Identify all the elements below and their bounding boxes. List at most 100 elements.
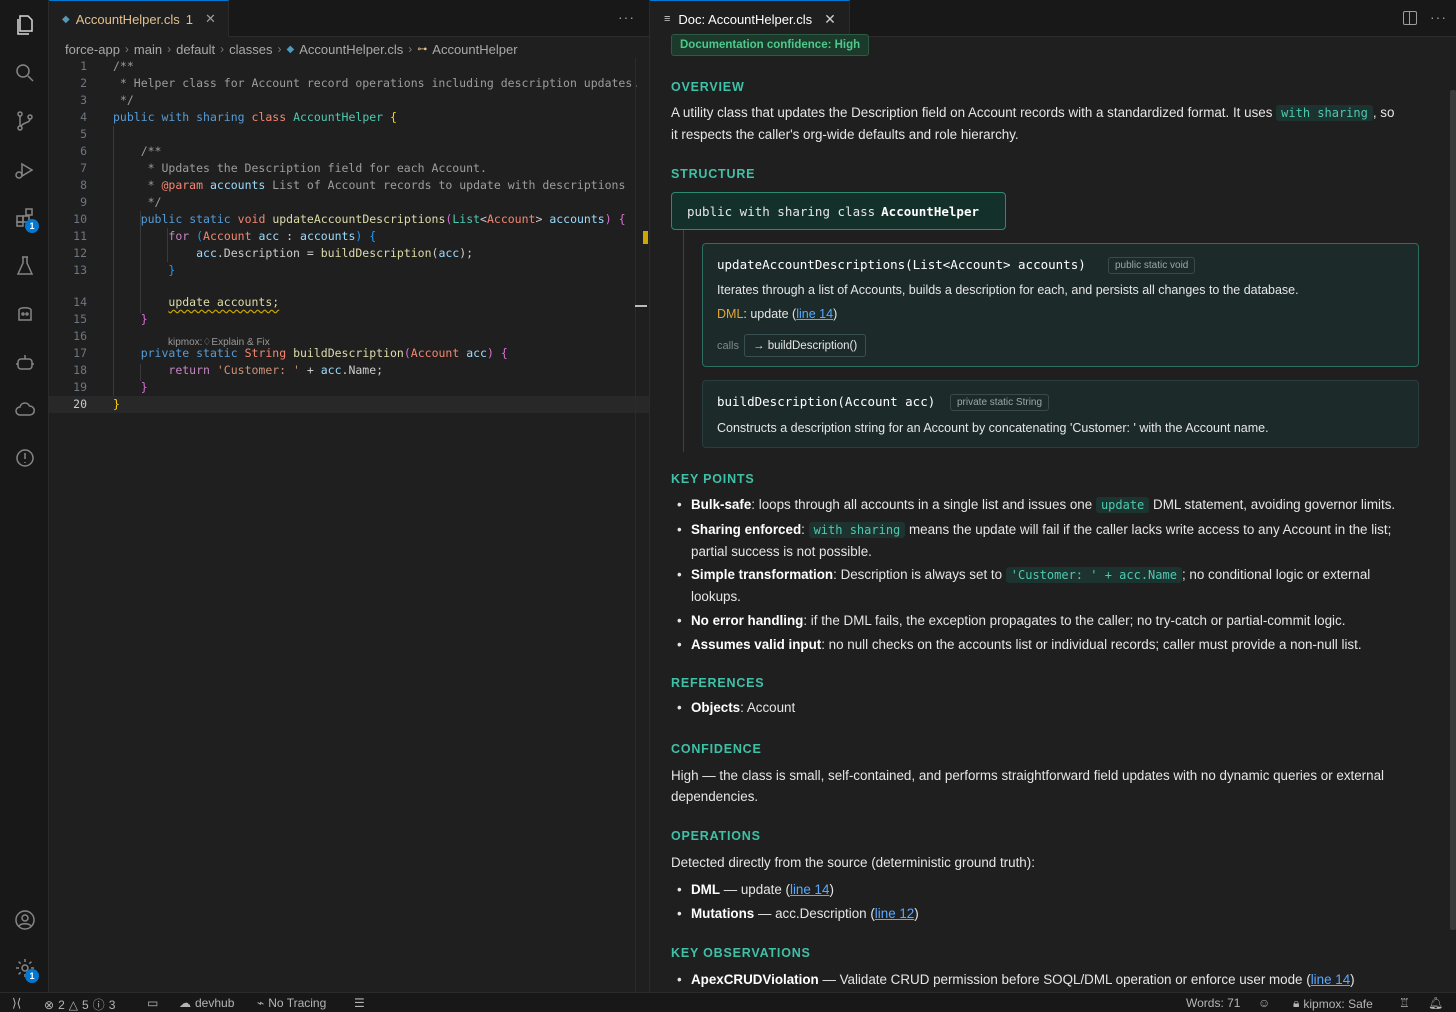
cloud-icon[interactable] <box>0 390 49 430</box>
code-line: 14 update accounts; <box>73 295 280 309</box>
preview-icon: ≡ <box>664 13 671 25</box>
overview-heading: OVERVIEW <box>671 80 745 94</box>
code-line: 2 * Helper class for Account record oper… <box>80 76 640 90</box>
calls-label: calls <box>717 340 740 352</box>
code-line: 7 * Updates the Description field for ea… <box>80 161 487 175</box>
more-actions-icon[interactable]: ··· <box>618 9 635 25</box>
close-icon[interactable]: ✕ <box>824 11 836 28</box>
code-line: 16 <box>73 329 87 343</box>
list-item: DML — update (line 14) <box>671 879 1416 900</box>
explorer-icon[interactable] <box>0 5 49 45</box>
confidence-heading: CONFIDENCE <box>671 742 762 756</box>
line-link[interactable]: line 14 <box>790 882 829 897</box>
bot-icon[interactable]: ♖ <box>1399 996 1410 1010</box>
chevron-right-icon: › <box>167 42 172 56</box>
list-item: Assumes valid input: no null checks on t… <box>671 634 1416 655</box>
line-link[interactable]: line 12 <box>875 906 914 921</box>
chevron-right-icon: › <box>124 42 129 56</box>
source-control-icon[interactable] <box>0 101 49 141</box>
org-status[interactable]: ☁ devhub <box>179 996 234 1010</box>
breadcrumb-item[interactable]: force-app <box>65 42 120 57</box>
list-item: Objects: Account <box>671 697 1416 718</box>
method-dml: DML: update (line 14) <box>717 307 838 321</box>
warning-icon: △ <box>68 997 78 1012</box>
problems-status[interactable]: ⊗ 2 △ 5 ⓘ 3 <box>44 996 115 1012</box>
method-card-build[interactable]: buildDescription(Account acc) private st… <box>702 380 1419 448</box>
method-signature: updateAccountDescriptions(List<Account> … <box>717 257 1086 272</box>
extensions-icon[interactable]: 1 <box>0 198 49 238</box>
status-bar: ⟩⟨ ⊗ 2 △ 5 ⓘ 3 ▭ ☁ devhub ⌁ No Tracing ☰ Word… <box>0 992 1456 1012</box>
code-line: 18 return 'Customer: ' + acc.Name; <box>73 363 384 377</box>
structure-heading: STRUCTURE <box>671 167 756 181</box>
account-icon[interactable] <box>0 900 49 940</box>
key-points-list: Bulk-safe: loops through all accounts in… <box>671 494 1416 655</box>
operations-heading: OPERATIONS <box>671 829 761 843</box>
line-link[interactable]: line 14 <box>1311 972 1350 987</box>
method-modifier-tag: public static void <box>1108 257 1196 274</box>
doc-scrollbar[interactable] <box>1450 90 1456 930</box>
copilot-icon[interactable]: ☺ <box>1258 996 1270 1010</box>
breadcrumb-item[interactable]: main <box>134 42 162 57</box>
method-signature: buildDescription(Account acc) <box>717 394 936 409</box>
code-line: 5 <box>80 127 87 141</box>
editor-scrollbar[interactable] <box>635 58 649 992</box>
chevron-right-icon: › <box>277 42 282 56</box>
cursor-marker <box>635 305 647 307</box>
breadcrumb-item[interactable]: AccountHelper.cls <box>299 42 403 57</box>
code-line: 12 acc.Description = buildDescription(ac… <box>73 246 474 260</box>
list-item: No error handling: if the DML fails, the… <box>671 610 1416 631</box>
settings-gear-icon[interactable]: 1 <box>0 948 49 988</box>
list-item: ApexCRUDViolation — Validate CRUD permis… <box>671 969 1416 990</box>
extensions-badge: 1 <box>25 219 39 233</box>
run-debug-icon[interactable] <box>0 150 49 190</box>
code-line-current: 20} <box>49 396 649 413</box>
overview-text: A utility class that updates the Descrip… <box>671 105 1395 142</box>
tracing-status[interactable]: ⌁ No Tracing <box>257 996 326 1010</box>
menu-icon[interactable]: ☰ <box>354 996 365 1010</box>
close-icon[interactable]: ✕ <box>205 11 216 27</box>
code-line: 15 } <box>73 312 148 326</box>
info-icon: ⓘ <box>92 998 105 1012</box>
vscode-window: 1 1 ◆ AccountHelper.cls 1 ✕ ··· force-ap… <box>0 0 1456 1012</box>
breadcrumb-item[interactable]: classes <box>229 42 272 57</box>
breadcrumb: force-app › main › default › classes › ◆… <box>65 40 518 58</box>
list-item: Sharing enforced: with sharing means the… <box>671 519 1416 562</box>
doc-tab-bar: ≡ Doc: AccountHelper.cls ✕ ··· <box>650 0 1456 37</box>
code-line: 9 */ <box>80 195 162 209</box>
kipmox-status[interactable]: 🔒︎ kipmox: Safe <box>1293 996 1373 1011</box>
tab-label: AccountHelper.cls <box>75 11 180 27</box>
agent-robot-icon[interactable] <box>0 343 49 383</box>
calls-chip[interactable]: → buildDescription() <box>744 334 867 357</box>
problems-icon[interactable] <box>0 438 49 478</box>
observations-list: ApexCRUDViolation — Validate CRUD permis… <box>671 969 1416 990</box>
method-description: Constructs a description string for an A… <box>717 421 1269 435</box>
operations-list: DML — update (line 14) Mutations — acc.D… <box>671 879 1416 924</box>
cloud-icon: ☁ <box>179 996 191 1010</box>
breadcrumb-item[interactable]: default <box>176 42 215 57</box>
breadcrumb-item[interactable]: AccountHelper <box>432 42 517 57</box>
testing-icon[interactable] <box>0 246 49 286</box>
tab-doc-accounthelper[interactable]: ≡ Doc: AccountHelper.cls ✕ <box>650 0 850 37</box>
browser-icon[interactable]: ▭ <box>147 996 158 1010</box>
code-line: 8 * @param accounts List of Account reco… <box>80 178 626 192</box>
code-line: 3 */ <box>80 93 134 107</box>
more-actions-icon[interactable]: ··· <box>1430 9 1447 25</box>
confidence-badge: Documentation confidence: High <box>671 34 870 56</box>
warning-marker <box>643 231 648 244</box>
activity-bar: 1 1 <box>0 0 49 992</box>
editor-tab-bar: ◆ AccountHelper.cls 1 ✕ ··· <box>49 0 649 37</box>
tab-accounthelper[interactable]: ◆ AccountHelper.cls 1 ✕ <box>49 0 229 37</box>
code-line: 11 for (Account acc : accounts) { <box>73 229 377 243</box>
class-card[interactable]: public with sharing class AccountHelper <box>671 192 1006 230</box>
line-link[interactable]: line 14 <box>796 307 833 321</box>
notifications-icon[interactable]: 🔔︎ <box>1428 996 1443 1010</box>
remote-icon[interactable]: ⟩⟨ <box>12 996 21 1010</box>
split-editor-icon[interactable] <box>1403 11 1417 25</box>
trace-icon: ⌁ <box>257 996 265 1010</box>
lock-icon: 🔒︎ <box>1293 996 1300 1010</box>
salesforce-org-icon[interactable] <box>0 294 49 334</box>
key-points-heading: KEY POINTS <box>671 472 755 486</box>
chevron-right-icon: › <box>220 42 225 56</box>
search-icon[interactable] <box>0 53 49 93</box>
method-card-update[interactable]: updateAccountDescriptions(List<Account> … <box>702 243 1419 367</box>
